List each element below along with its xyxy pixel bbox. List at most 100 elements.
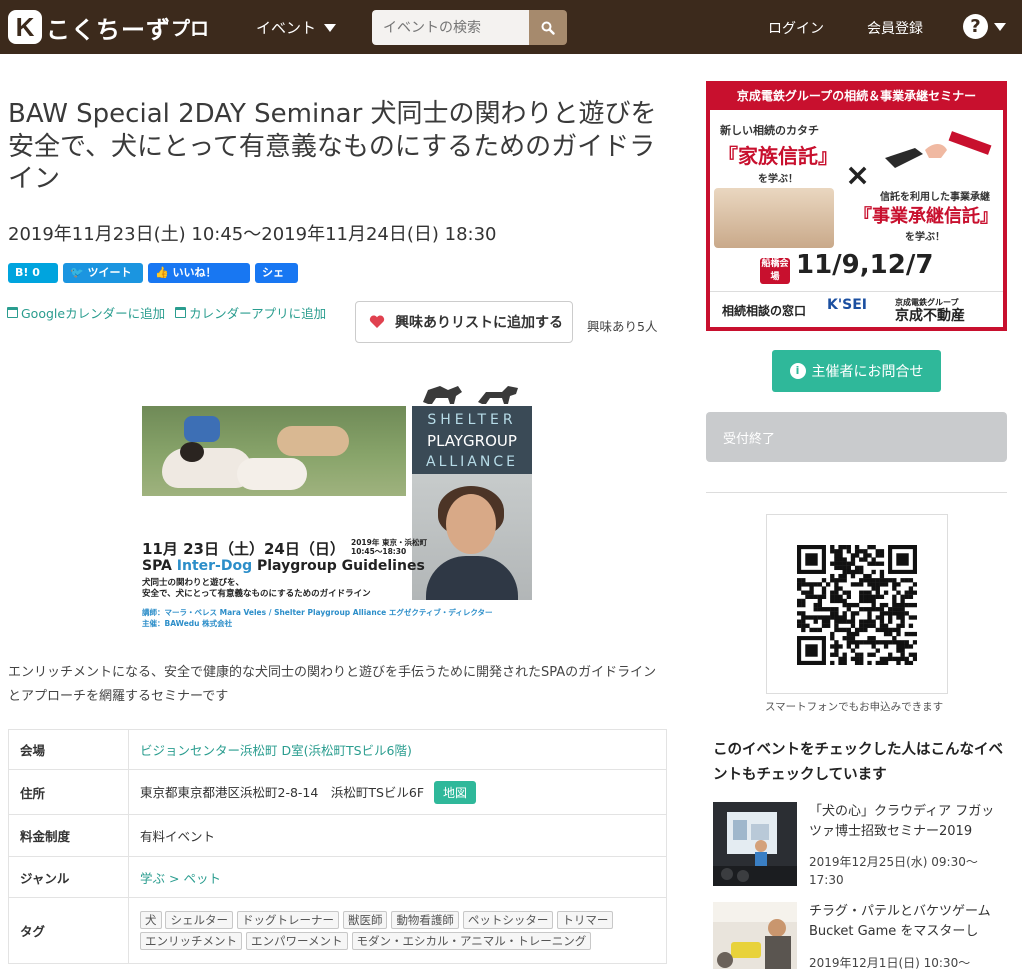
qr-module	[817, 602, 823, 608]
tag-chip[interactable]: 獣医師	[342, 910, 388, 929]
qr-module	[854, 640, 860, 645]
qr-module	[879, 602, 885, 608]
qr-module	[830, 644, 835, 649]
recommendation-thumbnail	[713, 902, 797, 969]
qr-module	[871, 644, 876, 649]
qr-module	[875, 578, 880, 583]
qr-module	[846, 561, 851, 566]
table-row: 会場 ビジョンセンター浜松町 D室(浜松町TSビル6階)	[8, 729, 667, 770]
qr-module	[896, 640, 901, 645]
qr-module	[879, 569, 885, 575]
hatena-bookmark-button[interactable]: B! 0	[8, 263, 58, 283]
qr-module	[830, 652, 835, 657]
venue-link[interactable]: ビジョンセンター浜松町 D室(浜松町TSビル6階)	[140, 743, 412, 758]
map-button[interactable]: 地図	[434, 780, 477, 804]
table-row: ジャンル 学ぶ > ペット	[8, 856, 667, 898]
qr-module	[896, 582, 901, 587]
tag-chip[interactable]: ペットシッター	[462, 910, 554, 929]
qr-module	[834, 582, 839, 587]
google-calendar-link[interactable]: Googleカレンダーに追加	[7, 303, 165, 322]
tag-chip[interactable]: 動物看護師	[391, 910, 459, 929]
qr-module	[846, 594, 851, 599]
contact-organizer-button[interactable]: i 主催者にお問合せ	[772, 350, 941, 392]
facebook-share-button[interactable]: シェア	[255, 263, 298, 299]
genre-parent-link[interactable]: 学ぶ	[140, 871, 165, 886]
search-input[interactable]	[372, 10, 529, 45]
tag-chip[interactable]: トリマー	[557, 910, 614, 929]
tweet-button[interactable]: 🐦 ツイート	[63, 263, 143, 283]
table-row: 料金制度 有料イベント	[8, 814, 667, 857]
qr-module	[846, 607, 851, 612]
register-link[interactable]: 会員登録	[867, 18, 923, 38]
qr-module	[859, 565, 864, 571]
qr-module	[904, 640, 909, 645]
qr-module	[875, 594, 880, 599]
qr-module	[813, 627, 818, 633]
qr-module	[892, 640, 897, 645]
qr-module	[908, 652, 914, 657]
qr-module	[854, 565, 860, 571]
lecturer-face	[446, 494, 496, 554]
qr-module	[838, 578, 843, 583]
tag-chip[interactable]: エンリッチメント	[140, 931, 242, 950]
venue-label: 会場	[8, 729, 129, 770]
qr-module	[821, 619, 827, 624]
flyer-date-small-2: 10:45〜18:30	[351, 546, 407, 556]
qr-module	[809, 590, 814, 595]
qr-module	[842, 598, 847, 604]
recommendation-item[interactable]: チラグ・パテルとバケツゲームBucket Game をマスターし 2019年12…	[713, 902, 1008, 969]
site-logo[interactable]: K こくちーず プロ	[8, 9, 209, 45]
ad-text-6: を学ぶ！	[905, 232, 945, 243]
qr-module	[904, 611, 909, 616]
facebook-like-button[interactable]: 👍 いいね！ 122	[148, 263, 250, 299]
recommendation-thumbnail	[713, 802, 797, 886]
qr-module	[888, 611, 893, 616]
tag-chip[interactable]: シェルター	[165, 910, 233, 929]
qr-module	[805, 582, 810, 587]
ad-headline: 京成電鉄グループの相続＆事業承継セミナー	[736, 89, 977, 103]
qr-module	[908, 586, 914, 591]
qr-module	[842, 565, 847, 571]
ad-text-5: 『事業承継信託』	[854, 206, 998, 227]
qr-module	[834, 590, 839, 595]
qr-module	[797, 611, 802, 616]
qr-module	[838, 586, 843, 591]
calendar-app-link[interactable]: カレンダーアプリに追加	[175, 303, 326, 322]
qr-module	[879, 594, 885, 599]
tag-chip[interactable]: ドッグトレーナー	[236, 910, 339, 929]
flyer-sub-line2: 安全で、犬にとって有意義なものにするためのガイドライン	[142, 588, 371, 599]
recommendation-item[interactable]: 「犬の心」クラウディア フガッツァ博士招致セミナー2019 2019年12月25…	[713, 802, 1008, 890]
qr-module	[867, 594, 872, 599]
qr-module	[863, 553, 868, 558]
tag-chip[interactable]: エンパワーメント	[245, 931, 348, 950]
qr-module	[900, 648, 905, 653]
nav-event-menu[interactable]: イベント	[256, 17, 337, 38]
qr-module	[896, 648, 901, 653]
qr-module	[805, 623, 810, 628]
ad-banner[interactable]: 京成電鉄グループの相続＆事業承継セミナー 新しい相続のカタチ 『家族信託』 を学…	[706, 81, 1007, 331]
qr-module	[842, 636, 847, 641]
ad-cross: ×	[845, 158, 871, 193]
qr-module	[838, 557, 843, 562]
add-to-interest-button[interactable]: 興味ありリストに追加する	[355, 301, 573, 343]
login-link[interactable]: ログイン	[768, 18, 824, 38]
help-menu[interactable]: ?	[963, 14, 1006, 39]
qr-module	[859, 569, 864, 575]
tag-chip[interactable]: 犬	[140, 910, 162, 929]
qr-module	[834, 549, 839, 554]
genre-child-link[interactable]: ペット	[183, 871, 221, 886]
qr-module	[908, 590, 914, 595]
qr-module	[883, 602, 889, 608]
qr-module	[838, 598, 843, 604]
qr-module	[838, 644, 843, 649]
qr-module	[859, 640, 864, 645]
table-row: 住所 東京都東京都港区浜松町2-8-14 浜松町TSビル6F 地図	[8, 769, 667, 815]
qr-module	[879, 623, 885, 628]
qr-module	[896, 590, 901, 595]
tag-chip[interactable]: モダン・エシカル・アニマル・トレーニング	[351, 931, 592, 950]
qr-module	[825, 607, 831, 612]
flyer-spa-suffix: Playgroup Guidelines	[252, 558, 425, 574]
qr-module	[900, 602, 905, 608]
qr-module	[838, 561, 843, 566]
search-button[interactable]	[529, 10, 567, 45]
